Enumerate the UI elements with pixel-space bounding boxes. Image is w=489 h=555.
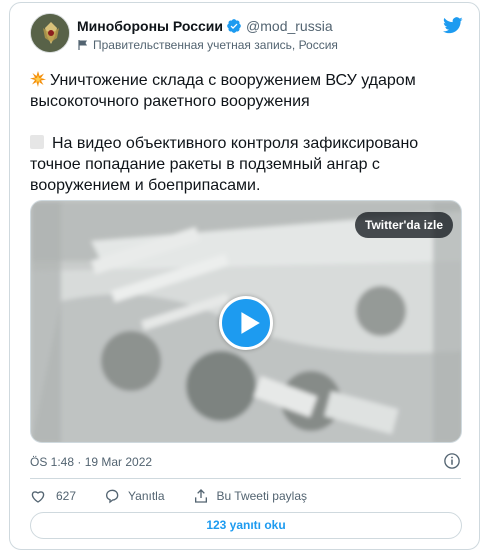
affiliation-row: Правительственная учетная запись, Россия bbox=[77, 38, 338, 52]
share-icon bbox=[194, 489, 207, 503]
like-button[interactable]: 627 bbox=[30, 488, 76, 504]
heart-icon bbox=[31, 491, 45, 503]
tweet-timestamp[interactable]: ÖS 1:48 · 19 Mar 2022 bbox=[30, 455, 152, 469]
emblem-icon bbox=[31, 14, 69, 52]
paragraph-2-text: На видео объективного контроля зафиксиро… bbox=[30, 135, 419, 194]
affiliation-label: Правительственная учетная запись, Россия bbox=[93, 38, 338, 52]
verified-badge-icon bbox=[227, 19, 241, 33]
government-flag-icon bbox=[78, 40, 87, 50]
share-button[interactable]: Bu Tweeti paylaş bbox=[193, 488, 308, 504]
tweet-text: Уничтожение склада с вооружением ВСУ уда… bbox=[30, 70, 460, 196]
author-handle[interactable]: @mod_russia bbox=[246, 18, 333, 34]
read-replies-button[interactable]: 123 yanıtı oku bbox=[30, 512, 462, 539]
tweet-paragraph-1: Уничтожение склада с вооружением ВСУ уда… bbox=[30, 70, 460, 112]
video-player[interactable]: Twitter'da izle bbox=[30, 200, 462, 443]
author-row: Минобороны России @mod_russia bbox=[77, 18, 333, 34]
watch-on-twitter-button[interactable]: Twitter'da izle bbox=[355, 212, 453, 238]
avatar[interactable] bbox=[30, 13, 70, 53]
twitter-bird-icon[interactable] bbox=[443, 15, 463, 35]
info-icon[interactable] bbox=[443, 452, 461, 470]
reply-label: Yanıtla bbox=[128, 489, 165, 503]
tweet-paragraph-2: На видео объективного контроля зафиксиро… bbox=[30, 133, 460, 196]
like-count: 627 bbox=[56, 489, 77, 503]
reply-bubble-icon bbox=[106, 489, 119, 504]
reply-button[interactable]: Yanıtla bbox=[104, 488, 165, 504]
play-icon bbox=[241, 312, 260, 334]
share-label: Bu Tweeti paylaş bbox=[216, 489, 308, 503]
action-bar: 627 Yanıtla Bu Tweeti paylaş bbox=[30, 485, 335, 507]
play-button[interactable] bbox=[219, 296, 273, 350]
emoji-placeholder-icon bbox=[30, 135, 44, 149]
author-name[interactable]: Минобороны России bbox=[77, 18, 223, 34]
collision-emoji-icon bbox=[30, 71, 46, 87]
tweet-card: Минобороны России @mod_russia Правительс… bbox=[9, 2, 480, 550]
paragraph-1-text: Уничтожение склада с вооружением ВСУ уда… bbox=[30, 72, 416, 110]
divider bbox=[30, 478, 461, 479]
